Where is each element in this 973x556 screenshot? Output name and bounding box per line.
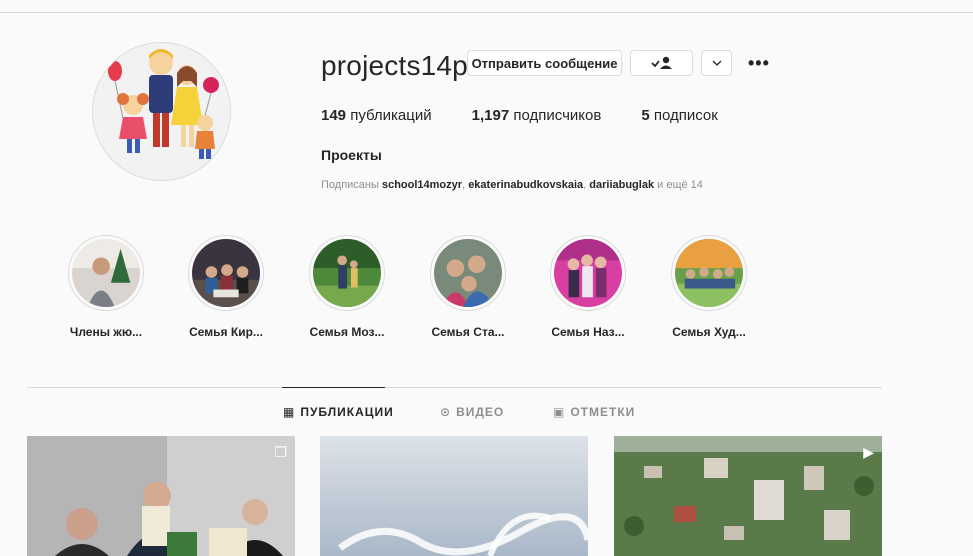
- followers-stat[interactable]: 1,197 подписчиков: [472, 107, 602, 124]
- reel-icon: ▶: [863, 444, 874, 460]
- user-check-icon: [650, 56, 672, 69]
- grid-icon: ▦: [283, 405, 296, 419]
- highlight-label: Семья Моз...: [309, 325, 385, 339]
- tab-tagged[interactable]: ▣ ОТМЕТКИ: [553, 405, 635, 419]
- post-image: [614, 436, 882, 556]
- followed-by-suffix: и ещё 14: [657, 179, 703, 191]
- active-tab-indicator: [282, 387, 385, 388]
- highlight-label: Семья Худ...: [672, 325, 746, 339]
- highlight-item[interactable]: Члены жю...: [51, 235, 161, 339]
- post-thumbnail[interactable]: ❐: [27, 436, 295, 556]
- tag-person-icon: ▣: [553, 405, 566, 419]
- highlight-item[interactable]: Семья Моз...: [292, 235, 402, 339]
- highlight-item[interactable]: Семья Кир...: [171, 235, 281, 339]
- highlight-item[interactable]: Семья Наз...: [533, 235, 643, 339]
- post-image: [320, 436, 588, 556]
- chevron-down-icon: [712, 60, 721, 66]
- posts-stat: 149 публикаций: [321, 107, 432, 124]
- tab-publications-label: ПУБЛИКАЦИИ: [300, 405, 394, 419]
- tab-video[interactable]: ⊙ ВИДЕО: [440, 405, 504, 419]
- following-count: 5: [641, 107, 650, 124]
- profile-username: projects14p: [321, 50, 468, 81]
- highlight-thumbnail: [72, 239, 140, 307]
- post-thumbnail[interactable]: ▶: [614, 436, 882, 556]
- posts-count: 149: [321, 107, 347, 124]
- post-thumbnail[interactable]: [320, 436, 588, 556]
- followed-by-user[interactable]: ekaterinabudkovskaia: [468, 179, 583, 191]
- highlight-thumbnail: [313, 239, 381, 307]
- followed-by[interactable]: Подписаны school14mozyr, ekaterinabudkov…: [321, 179, 703, 191]
- post-image: [27, 436, 295, 556]
- followed-by-prefix: Подписаны: [321, 179, 379, 191]
- tabs-divider: [27, 387, 882, 388]
- profile-stats: 149 публикаций 1,197 подписчиков 5 подпи…: [321, 107, 758, 124]
- highlight-item[interactable]: Семья Худ...: [654, 235, 764, 339]
- profile-full-name: Проекты: [321, 147, 382, 163]
- play-circle-icon: ⊙: [440, 405, 452, 419]
- tab-tagged-label: ОТМЕТКИ: [570, 405, 636, 419]
- carousel-icon: ❐: [274, 444, 287, 460]
- more-options-icon[interactable]: •••: [748, 53, 770, 74]
- posts-label: публикаций: [350, 107, 432, 124]
- top-divider: [0, 12, 973, 13]
- highlight-thumbnail: [192, 239, 260, 307]
- highlight-label: Члены жю...: [69, 325, 143, 339]
- suggestions-dropdown-button[interactable]: [701, 50, 732, 76]
- highlight-thumbnail: [675, 239, 743, 307]
- highlight-thumbnail: [554, 239, 622, 307]
- tab-publications[interactable]: ▦ ПУБЛИКАЦИИ: [283, 405, 394, 419]
- highlight-label: Семья Кир...: [189, 325, 263, 339]
- highlight-label: Семья Ста...: [431, 325, 505, 339]
- avatar-family-illustration: [93, 43, 230, 180]
- highlight-thumbnail: [434, 239, 502, 307]
- highlight-label: Семья Наз...: [551, 325, 625, 339]
- send-message-button[interactable]: Отправить сообщение: [467, 50, 622, 76]
- tab-video-label: ВИДЕО: [456, 405, 505, 419]
- followers-label: подписчиков: [513, 107, 602, 124]
- followers-count: 1,197: [471, 107, 510, 124]
- following-button[interactable]: [630, 50, 693, 76]
- following-label: подписок: [653, 107, 718, 124]
- followed-by-user[interactable]: school14mozyr: [382, 179, 462, 191]
- highlight-item[interactable]: Семья Ста...: [413, 235, 523, 339]
- profile-avatar[interactable]: [92, 42, 231, 181]
- following-stat[interactable]: 5 подписок: [641, 107, 717, 124]
- followed-by-user[interactable]: dariiabuglak: [589, 179, 654, 191]
